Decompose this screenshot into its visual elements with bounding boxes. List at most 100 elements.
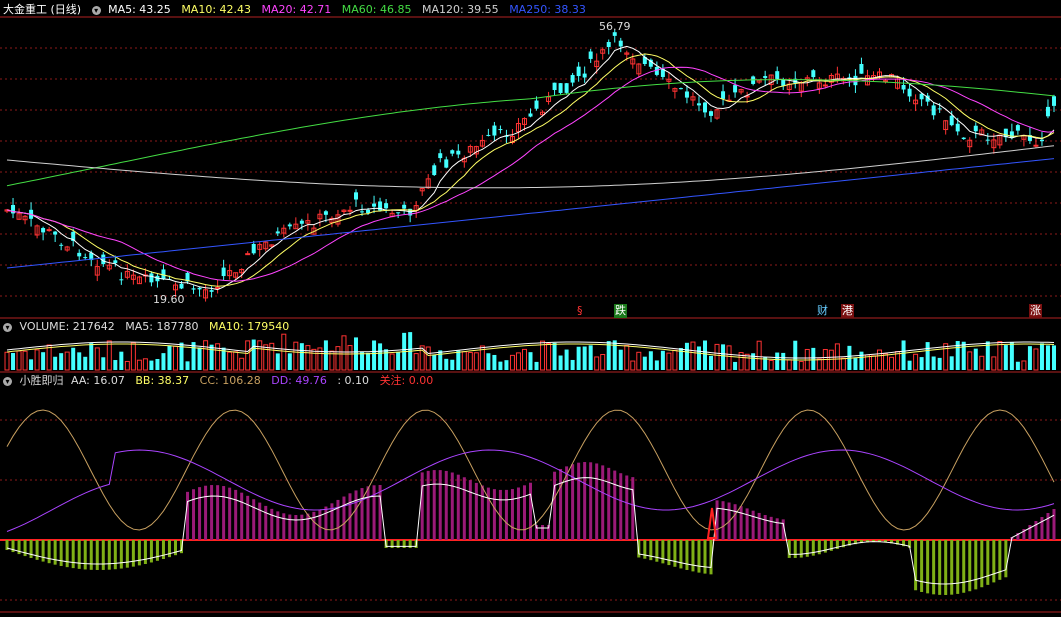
volume-bar [269,342,275,371]
volume-bar [106,340,112,371]
indicator-histogram-bar [192,489,196,540]
indicator-histogram-bar [306,513,310,540]
volume-bar [71,347,76,370]
indicator-histogram-bar [998,540,1002,580]
volume-bar [77,352,82,370]
indicator-histogram-bar [691,540,695,572]
indicator-histogram-bar [974,540,978,590]
event-marker-fall[interactable]: 跌 [614,304,627,318]
volume-bar [600,353,606,371]
ma60-label: MA60: 46.85 [341,3,412,16]
volume-bar [937,357,942,370]
volume-bar [624,344,630,371]
candle-body [1015,125,1020,131]
indicator-histogram-bar [601,465,605,540]
volume-bar [781,352,786,370]
indicator-histogram-bar [703,540,707,574]
chart-canvas[interactable] [0,0,1061,614]
volume-bar [311,348,317,371]
volume-bar [372,340,377,370]
event-marker-rise[interactable]: 涨 [1029,304,1042,318]
candle-body [384,203,389,209]
volume-bar [672,349,678,371]
candle-body [354,192,359,200]
volume-bar [396,351,401,370]
volume-bar [89,343,94,370]
volume-bar [925,342,930,370]
candle-body [59,244,64,246]
volume-bar [347,345,353,371]
indicator-histogram-bar [360,488,364,540]
indicator-histogram-bar [216,485,220,540]
candle-body [347,209,353,212]
candle-body [678,88,683,90]
candle-body [552,82,557,91]
volume-bar [696,346,701,370]
event-marker-section[interactable]: § [576,304,584,318]
volume-bar [161,353,166,370]
collapse-volume-icon[interactable]: ▾ [3,322,12,332]
indicator-histogram-bar [89,540,93,570]
ma250-line [6,158,1055,269]
candle-body [372,203,377,207]
volume-bar [11,352,16,370]
indicator-histogram-bar [679,540,683,569]
candle-body [179,283,184,289]
event-marker-finance[interactable]: 财 [816,304,829,318]
volume-bar [709,355,714,370]
volume-pane-header: ▾ VOLUME: 217642 MA5: 187780 MA10: 17954… [3,319,296,335]
volume-bar [883,353,889,371]
candle-body [191,288,196,290]
indicator-histogram-bar [378,485,382,540]
volume-bar [811,347,816,370]
volume-bar [630,360,636,371]
candle-body [215,286,221,289]
volume-label: VOLUME: 217642 [19,320,115,333]
indicator-histogram-bar [246,495,250,540]
candle-body [1045,106,1050,117]
volume-bar [853,358,858,370]
candle-body [883,80,889,83]
indicator-histogram-bar [769,516,773,540]
candle-body [221,267,226,277]
volume-bar [576,346,581,370]
volume-bar [509,354,515,371]
volume-bar [378,343,383,370]
volume-bar [515,352,521,371]
volume-bar [233,351,239,371]
indicator-histogram-bar [107,540,111,570]
volume-bar [756,340,762,371]
candle-body [209,290,214,292]
volume-bar [1003,345,1008,370]
volume-bar [726,345,732,371]
candle-body [684,91,689,98]
event-marker-hk[interactable]: 港 [841,304,854,318]
indicator-histogram-bar [462,477,466,540]
indicator-histogram-bar [1040,517,1044,540]
indicator-histogram-bar [149,540,153,563]
indicator-bb-label: BB: 38.37 [135,374,190,387]
candle-body [113,260,118,264]
collapse-indicator-icon[interactable]: ▾ [3,376,12,386]
indicator-histogram-bar [155,540,159,561]
volume-bar [130,342,136,371]
indicator-extra-label: : 0.10 [337,374,370,387]
volume-bar [287,353,292,370]
indicator-histogram-bar [541,525,545,540]
volume-bar [299,343,304,370]
candle-body [396,212,401,214]
candle-body [77,252,82,257]
indicator-histogram-bar [811,540,815,556]
volume-bar [22,350,28,371]
candle-body [299,220,304,224]
candle-body [582,73,587,78]
volume-bar [185,361,190,370]
collapse-main-icon[interactable]: ▾ [91,5,101,15]
volume-bar [816,358,822,371]
indicator-histogram-bar [41,540,45,562]
candle-body [366,209,371,214]
volume-bar [660,350,665,370]
candle-body [949,115,954,126]
volume-bar [949,356,954,370]
indicator-histogram-bar [252,499,256,540]
